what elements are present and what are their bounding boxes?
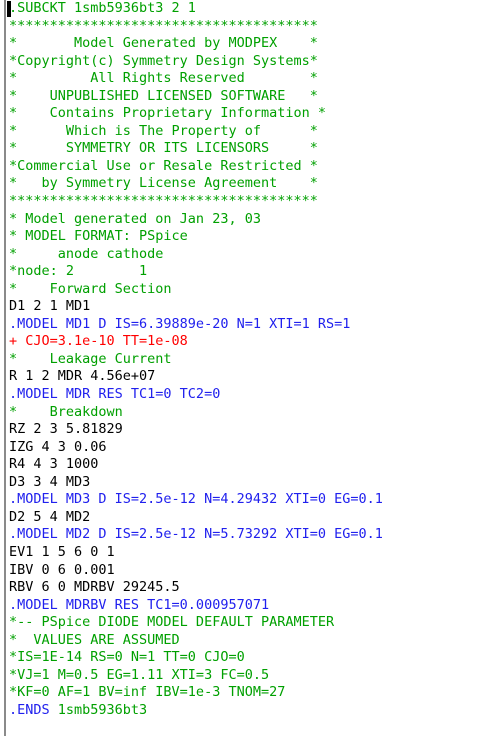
- code-line[interactable]: * Forward Section: [9, 281, 501, 299]
- code-line[interactable]: * Contains Proprietary Information *: [9, 105, 501, 123]
- code-line[interactable]: *KF=0 AF=1 BV=inf IBV=1e-3 TNOM=27: [9, 684, 501, 702]
- code-line[interactable]: **************************************: [9, 193, 501, 211]
- code-line[interactable]: RZ 2 3 5.81829: [9, 421, 501, 439]
- code-line[interactable]: *-- PSpice DIODE MODEL DEFAULT PARAMETER: [9, 614, 501, 632]
- code-line[interactable]: .MODEL MD3 D IS=2.5e-12 N=4.29432 XTI=0 …: [9, 491, 501, 509]
- code-line[interactable]: .MODEL MD2 D IS=2.5e-12 N=5.73292 XTI=0 …: [9, 526, 501, 544]
- code-line[interactable]: .MODEL MDR RES TC1=0 TC2=0: [9, 386, 501, 404]
- code-line[interactable]: **************************************: [9, 18, 501, 36]
- code-line[interactable]: *Commercial Use or Resale Restricted *: [9, 158, 501, 176]
- code-line[interactable]: * Model Generated by MODPEX *: [9, 35, 501, 53]
- code-line[interactable]: IBV 0 6 0.001: [9, 562, 501, 580]
- code-line[interactable]: .MODEL MD1 D IS=6.39889e-20 N=1 XTI=1 RS…: [9, 316, 501, 334]
- code-line[interactable]: * VALUES ARE ASSUMED: [9, 632, 501, 650]
- ends-subckt-name: 1smb5936bt3: [49, 701, 148, 718]
- code-line[interactable]: EV1 1 5 6 0 1: [9, 544, 501, 562]
- code-line[interactable]: R 1 2 MDR 4.56e+07: [9, 368, 501, 386]
- code-line[interactable]: D2 5 4 MD2: [9, 509, 501, 527]
- code-line[interactable]: * UNPUBLISHED LICENSED SOFTWARE *: [9, 88, 501, 106]
- code-line[interactable]: * by Symmetry License Agreement *: [9, 175, 501, 193]
- code-line[interactable]: * Breakdown: [9, 404, 501, 422]
- code-line[interactable]: .ENDS 1smb5936bt3: [9, 702, 501, 720]
- code-line[interactable]: *VJ=1 M=0.5 EG=1.11 XTI=3 FC=0.5: [9, 667, 501, 685]
- code-line[interactable]: * Which is The Property of *: [9, 123, 501, 141]
- code-line[interactable]: * Model generated on Jan 23, 03: [9, 211, 501, 229]
- ends-directive-keyword: .ENDS: [9, 701, 50, 718]
- code-line[interactable]: *IS=1E-14 RS=0 N=1 TT=0 CJO=0: [9, 649, 501, 667]
- netlist-code-block[interactable]: .SUBCKT 1smb5936bt3 2 1 *****************…: [9, 0, 501, 736]
- code-line[interactable]: D1 2 1 MD1: [9, 298, 501, 316]
- code-editor-pane[interactable]: .SUBCKT 1smb5936bt3 2 1 *****************…: [0, 0, 501, 736]
- code-line[interactable]: D3 3 4 MD3: [9, 474, 501, 492]
- code-line[interactable]: * SYMMETRY OR ITS LICENSORS *: [9, 140, 501, 158]
- code-line[interactable]: * anode cathode: [9, 246, 501, 264]
- code-line[interactable]: + CJO=3.1e-10 TT=1e-08: [9, 333, 501, 351]
- code-line[interactable]: .SUBCKT 1smb5936bt3 2 1: [9, 0, 501, 18]
- code-line[interactable]: R4 4 3 1000: [9, 456, 501, 474]
- left-margin-rule: [4, 0, 6, 736]
- code-line[interactable]: * MODEL FORMAT: PSpice: [9, 228, 501, 246]
- code-line[interactable]: .MODEL MDRBV RES TC1=0.000957071: [9, 597, 501, 615]
- code-line[interactable]: IZG 4 3 0.06: [9, 439, 501, 457]
- code-line[interactable]: *node: 2 1: [9, 263, 501, 281]
- code-line[interactable]: RBV 6 0 MDRBV 29245.5: [9, 579, 501, 597]
- code-line[interactable]: * Leakage Current: [9, 351, 501, 369]
- code-line[interactable]: * All Rights Reserved *: [9, 70, 501, 88]
- code-line[interactable]: *Copyright(c) Symmetry Design Systems*: [9, 53, 501, 71]
